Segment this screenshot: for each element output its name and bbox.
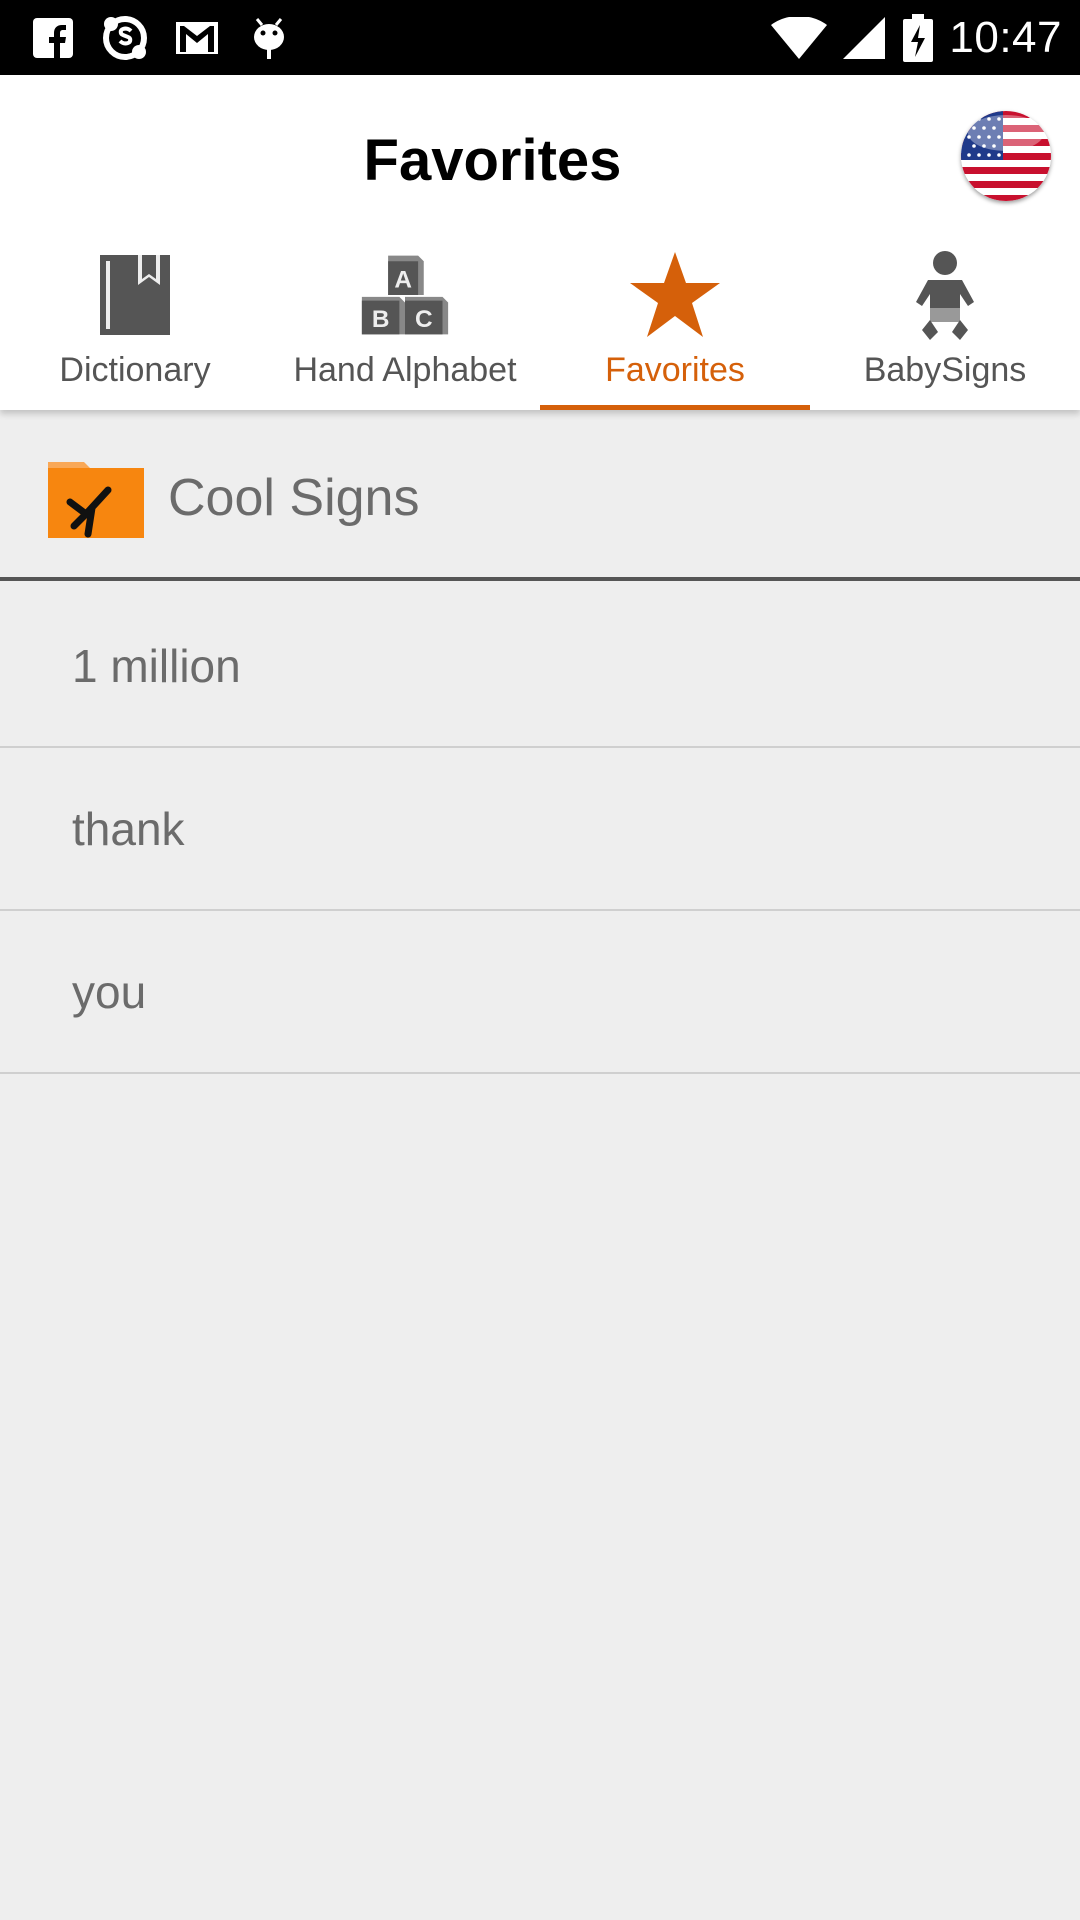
battery-charging-icon — [901, 14, 935, 62]
active-tab-indicator — [540, 405, 810, 410]
list-item-label: thank — [72, 803, 185, 855]
gmail-icon — [174, 15, 220, 61]
skype-icon — [102, 15, 148, 61]
clock: 10:47 — [949, 13, 1062, 62]
book-icon — [90, 250, 180, 340]
svg-text:B: B — [372, 306, 390, 333]
tab-label: BabySigns — [863, 351, 1027, 389]
tab-favorites[interactable]: Favorites — [540, 250, 810, 410]
wifi-icon — [771, 15, 828, 61]
list-item[interactable]: you — [0, 911, 1080, 1074]
tab-hand-alphabet[interactable]: A B C Hand Alphabet — [270, 250, 540, 410]
favorites-list: 1 million thank you — [0, 585, 1080, 1074]
abc-blocks-icon: A B C — [360, 250, 450, 340]
tab-label: Favorites — [605, 351, 745, 389]
app-header: Favorites Dictionary A B C Hand Alphabet… — [0, 75, 1080, 410]
list-item[interactable]: thank — [0, 748, 1080, 911]
list-item-label: you — [72, 966, 147, 1018]
page-title: Favorites — [363, 128, 622, 193]
facebook-icon — [30, 15, 76, 61]
folder-header[interactable]: Cool Signs — [0, 410, 1080, 581]
android-debug-icon — [246, 15, 292, 61]
tab-babysigns[interactable]: BabySigns — [810, 250, 1080, 410]
folder-label: Cool Signs — [168, 469, 420, 527]
notification-icons — [30, 12, 292, 64]
tab-label: Hand Alphabet — [293, 351, 517, 389]
svg-text:A: A — [394, 267, 412, 294]
system-indicators: 10:47 — [771, 10, 1062, 66]
tab-dictionary[interactable]: Dictionary — [0, 250, 270, 410]
baby-icon — [900, 250, 990, 340]
list-item-label: 1 million — [72, 640, 241, 692]
folder-icon — [48, 458, 144, 538]
star-icon — [630, 250, 720, 340]
svg-text:C: C — [415, 306, 433, 333]
list-item[interactable]: 1 million — [0, 585, 1080, 748]
status-bar: 10:47 — [0, 0, 1080, 75]
tab-bar: Dictionary A B C Hand Alphabet Favorites — [0, 250, 1080, 410]
tab-label: Dictionary — [59, 351, 211, 389]
us-flag-icon[interactable] — [961, 111, 1051, 201]
cell-signal-icon — [841, 15, 887, 61]
